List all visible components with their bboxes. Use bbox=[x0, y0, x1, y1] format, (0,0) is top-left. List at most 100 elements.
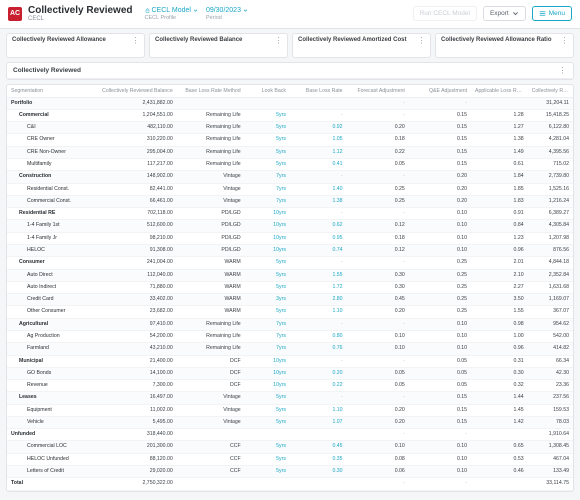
table-row[interactable]: Portfolio2,431,882.00--31,204.11 bbox=[7, 97, 573, 109]
table-row[interactable]: 1-4 Family Jr98,210.00PD/LGD10yrs0.950.1… bbox=[7, 232, 573, 244]
col-method[interactable]: Base Loss Rate Method bbox=[177, 85, 245, 98]
col-qe[interactable]: Q&E Adjustment bbox=[409, 85, 471, 98]
table-row[interactable]: Total2,750,322.00--33,114.75 bbox=[7, 478, 573, 490]
table-row[interactable]: Other Consumer23,682.00WARM5yrs1.100.200… bbox=[7, 306, 573, 318]
cell-applicable: 0.31 bbox=[471, 355, 528, 367]
cell-segmentation: Auto Indirect bbox=[7, 281, 98, 293]
table-row[interactable]: Unfunded318,440.00--1,910.64 bbox=[7, 429, 573, 441]
col-allowance[interactable]: Collectively Reviewed Loan Allowance bbox=[528, 85, 573, 98]
cell-applicable: 1.44 bbox=[471, 392, 528, 404]
cell-qe: 0.10 bbox=[409, 330, 471, 342]
cell-forecast: 0.05 bbox=[347, 159, 409, 171]
cell-allowance: 31,204.11 bbox=[528, 97, 573, 109]
kpi-card-menu[interactable]: ⋮ bbox=[418, 37, 427, 45]
col-segmentation[interactable]: Segmentation bbox=[7, 85, 98, 98]
table-row[interactable]: HELOC91,308.00PD/LGD10yrs0.740.120.100.9… bbox=[7, 244, 573, 256]
cell-qe: 0.15 bbox=[409, 392, 471, 404]
cell-forecast: - bbox=[347, 355, 409, 367]
table-row[interactable]: CRE Owner310,220.00Remaining Life5yrs1.0… bbox=[7, 134, 573, 146]
table-row[interactable]: CRE Non-Owner295,004.00Remaining Life5yr… bbox=[7, 146, 573, 158]
cell-method: Remaining Life bbox=[177, 146, 245, 158]
cell-segmentation: Portfolio bbox=[7, 97, 98, 109]
cell-method bbox=[177, 429, 245, 441]
cell-method: Vintage bbox=[177, 416, 245, 428]
table-row[interactable]: Vehicle5,495.00Vintage5yrs1.070.200.151.… bbox=[7, 416, 573, 428]
cell-allowance: 4,281.04 bbox=[528, 134, 573, 146]
table-row[interactable]: Commercial Const.66,461.00Vintage7yrs1.3… bbox=[7, 195, 573, 207]
table-row[interactable]: Consumer241,004.00WARM5yrs--0.252.014,84… bbox=[7, 257, 573, 269]
cell-applicable: 1.23 bbox=[471, 232, 528, 244]
table-row[interactable]: Equipment11,002.00Vintage5yrs1.100.200.1… bbox=[7, 404, 573, 416]
cell-applicable: 2.01 bbox=[471, 257, 528, 269]
cell-forecast: 0.20 bbox=[347, 122, 409, 134]
table-row[interactable]: Letters of Credit29,020.00CCF5yrs0.300.0… bbox=[7, 466, 573, 478]
table-row[interactable]: Auto Direct112,040.00WARM5yrs1.550.300.2… bbox=[7, 269, 573, 281]
col-balance[interactable]: Collectively Reviewed Balance bbox=[98, 85, 177, 98]
menu-button-label: Menu bbox=[549, 10, 565, 17]
cell-balance: 318,440.00 bbox=[98, 429, 177, 441]
chevron-down-icon bbox=[193, 8, 198, 13]
cell-balance: 98,210.00 bbox=[98, 232, 177, 244]
cell-baserate: 0.41 bbox=[290, 159, 347, 171]
table-row[interactable]: Ag Production54,200.00Remaining Life7yrs… bbox=[7, 330, 573, 342]
menu-icon bbox=[539, 10, 546, 17]
cell-lookback: 5yrs bbox=[245, 306, 290, 318]
table-row[interactable]: Residential Const.82,441.00Vintage7yrs1.… bbox=[7, 183, 573, 195]
cell-method: WARM bbox=[177, 257, 245, 269]
table-row[interactable]: Credit Card33,402.00WARM3yrs2.800.450.25… bbox=[7, 294, 573, 306]
cell-baserate: 0.80 bbox=[290, 330, 347, 342]
cell-balance: 88,120.00 bbox=[98, 453, 177, 465]
table-row[interactable]: Revenue7,300.00DCF10yrs0.220.050.050.322… bbox=[7, 380, 573, 392]
menu-button[interactable]: Menu bbox=[532, 6, 572, 21]
export-button-label: Export bbox=[490, 10, 509, 17]
kpi-card-row: Collectively Reviewed Allowance ⋮ Collec… bbox=[0, 29, 580, 62]
cell-applicable: 0.53 bbox=[471, 453, 528, 465]
table-row[interactable]: Construction148,902.00Vintage7yrs--0.201… bbox=[7, 171, 573, 183]
cell-qe: 0.15 bbox=[409, 134, 471, 146]
table-row[interactable]: Municipal21,400.00DCF10yrs--0.050.3166.3… bbox=[7, 355, 573, 367]
table-row[interactable]: 1-4 Family 1st512,600.00PD/LGD10yrs0.620… bbox=[7, 220, 573, 232]
cell-lookback: 5yrs bbox=[245, 392, 290, 404]
kpi-card-menu[interactable]: ⋮ bbox=[561, 37, 570, 45]
cell-forecast: - bbox=[347, 429, 409, 441]
cell-forecast: - bbox=[347, 109, 409, 121]
cell-baserate: 0.20 bbox=[290, 367, 347, 379]
table-row[interactable]: Commercial LOC201,300.00CCF5yrs0.450.100… bbox=[7, 441, 573, 453]
cell-lookback: 5yrs bbox=[245, 404, 290, 416]
cell-method: Vintage bbox=[177, 195, 245, 207]
cell-qe: 0.05 bbox=[409, 380, 471, 392]
table-row[interactable]: Agricultural97,410.00Remaining Life7yrs-… bbox=[7, 318, 573, 330]
run-model-button[interactable]: Run CECL Model bbox=[413, 6, 477, 21]
table-row[interactable]: C&I482,110.00Remaining Life5yrs0.920.200… bbox=[7, 122, 573, 134]
col-lookback[interactable]: Look Back bbox=[245, 85, 290, 98]
cell-method: WARM bbox=[177, 281, 245, 293]
export-button[interactable]: Export bbox=[483, 6, 526, 21]
table-row[interactable]: Auto Indirect71,880.00WARM5yrs1.720.300.… bbox=[7, 281, 573, 293]
cell-method: Vintage bbox=[177, 183, 245, 195]
table-row[interactable]: Farmland43,210.00Remaining Life7yrs0.760… bbox=[7, 343, 573, 355]
period-selector[interactable]: 09/30/2023 Period bbox=[206, 7, 248, 21]
col-forecast[interactable]: Forecast Adjustment bbox=[347, 85, 409, 98]
kpi-card-menu[interactable]: ⋮ bbox=[132, 37, 141, 45]
cell-method: Vintage bbox=[177, 392, 245, 404]
table-row[interactable]: GO Bonds14,100.00DCF10yrs0.200.050.050.3… bbox=[7, 367, 573, 379]
cell-applicable: 1.83 bbox=[471, 195, 528, 207]
cell-applicable: 0.96 bbox=[471, 244, 528, 256]
cell-baserate: 1.38 bbox=[290, 195, 347, 207]
chevron-down-icon bbox=[243, 8, 248, 13]
table-row[interactable]: Commercial1,204,551.00Remaining Life5yrs… bbox=[7, 109, 573, 121]
col-applicable[interactable]: Applicable Loss Rate bbox=[471, 85, 528, 98]
table-row[interactable]: HELOC Unfunded88,120.00CCF5yrs0.350.080.… bbox=[7, 453, 573, 465]
table-row[interactable]: Multifamily117,217.00Remaining Life5yrs0… bbox=[7, 159, 573, 171]
cell-qe: 0.05 bbox=[409, 355, 471, 367]
table-row[interactable]: Leases16,497.00Vintage5yrs--0.151.44237.… bbox=[7, 392, 573, 404]
profile-selector[interactable]: CECL Model CECL Profile bbox=[145, 7, 198, 21]
cell-segmentation: Commercial Const. bbox=[7, 195, 98, 207]
cell-forecast: 0.20 bbox=[347, 416, 409, 428]
panel-menu[interactable]: ⋮ bbox=[559, 66, 568, 75]
cell-qe: 0.15 bbox=[409, 122, 471, 134]
col-baserate[interactable]: Base Loss Rate bbox=[290, 85, 347, 98]
cell-applicable: 1.45 bbox=[471, 404, 528, 416]
kpi-card-menu[interactable]: ⋮ bbox=[275, 37, 284, 45]
table-row[interactable]: Residential RE702,118.00PD/LGD10yrs--0.1… bbox=[7, 208, 573, 220]
